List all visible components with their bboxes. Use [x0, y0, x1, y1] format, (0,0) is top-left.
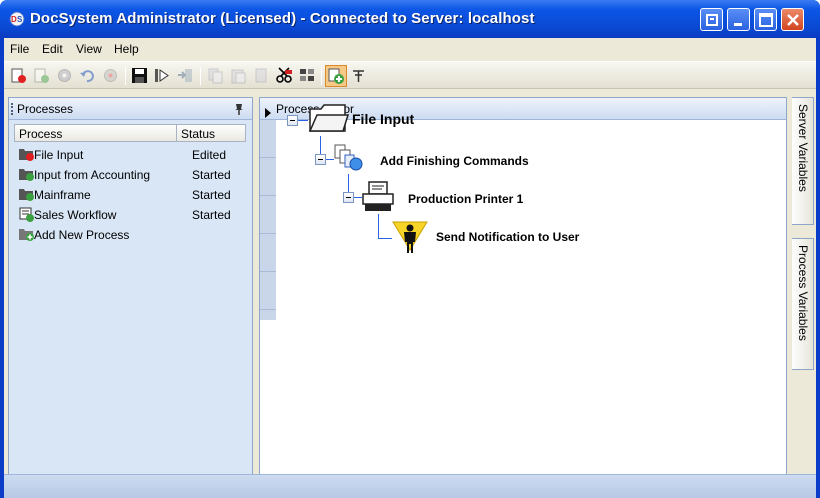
- collapse-toggle[interactable]: [343, 192, 354, 203]
- svg-text:S: S: [17, 15, 23, 24]
- menu-bar: File Edit View Help: [4, 38, 816, 60]
- window-title: DocSystem Administrator (Licensed) - Con…: [30, 10, 535, 27]
- process-status: Edited: [192, 148, 227, 162]
- restore-app-button[interactable]: [700, 8, 723, 31]
- maximize-icon: [759, 13, 773, 27]
- save-icon[interactable]: [131, 67, 148, 84]
- app-logo-icon: D S: [9, 11, 25, 27]
- stop-process-icon[interactable]: [10, 67, 27, 84]
- node-label[interactable]: Add Finishing Commands: [380, 154, 529, 168]
- processes-panel-title: Processes: [17, 102, 74, 116]
- minimize-icon: [734, 23, 742, 26]
- current-row-arrow-icon: [265, 108, 271, 118]
- list-item[interactable]: Mainframe Started: [14, 185, 246, 205]
- process-edited-icon: [19, 149, 34, 161]
- menu-help[interactable]: Help: [114, 42, 139, 56]
- maximize-button[interactable]: [754, 8, 777, 31]
- settings-icon[interactable]: [56, 67, 73, 84]
- close-icon: [787, 14, 799, 26]
- folder-icon[interactable]: [307, 101, 349, 135]
- tab-server-variables-label: Server Variables: [796, 104, 810, 192]
- menu-edit[interactable]: Edit: [42, 42, 63, 56]
- gutter-row[interactable]: [260, 158, 276, 196]
- node-label[interactable]: Production Printer 1: [408, 192, 523, 206]
- add-step-button[interactable]: [325, 65, 347, 87]
- status-bar: [4, 474, 816, 498]
- cut-icon[interactable]: [276, 67, 293, 84]
- process-editor: Process Editor File Input: [259, 97, 787, 498]
- process-started-icon: [19, 169, 34, 181]
- tab-process-variables-label: Process Variables: [796, 245, 810, 341]
- column-header-status[interactable]: Status: [176, 124, 246, 142]
- undo-icon[interactable]: [79, 67, 96, 84]
- process-status: Started: [192, 208, 231, 222]
- notification-user-icon[interactable]: [392, 220, 428, 254]
- menu-view[interactable]: View: [76, 42, 102, 56]
- restore-app-icon: [706, 14, 718, 26]
- pin-icon[interactable]: [350, 67, 367, 84]
- toolbar-separator: [125, 67, 126, 85]
- list-item[interactable]: File Input Edited: [14, 145, 246, 165]
- refresh-icon[interactable]: [102, 67, 119, 84]
- duplicate-icon[interactable]: [253, 67, 270, 84]
- process-name: File Input: [34, 148, 84, 162]
- process-name: Input from Accounting: [34, 168, 151, 182]
- toolbar-separator: [321, 67, 322, 85]
- printer-icon[interactable]: [360, 180, 398, 214]
- add-process-icon: [19, 229, 34, 241]
- panel-grip[interactable]: [11, 103, 13, 115]
- process-started-icon: [19, 189, 34, 201]
- process-name: Mainframe: [34, 188, 91, 202]
- toolbar: [4, 61, 816, 89]
- process-name: Sales Workflow: [34, 208, 117, 222]
- finishing-commands-icon[interactable]: [332, 142, 370, 172]
- collapse-toggle[interactable]: [315, 154, 326, 165]
- processes-panel-header: Processes: [9, 98, 252, 120]
- list-item[interactable]: Sales Workflow Started: [14, 205, 246, 225]
- minimize-button[interactable]: [727, 8, 750, 31]
- tab-server-variables[interactable]: Server Variables: [792, 97, 814, 225]
- process-status: Started: [192, 188, 231, 202]
- start-process-icon[interactable]: [33, 67, 50, 84]
- processes-panel: Processes Process Status File Input Edit…: [8, 97, 253, 498]
- deploy-icon[interactable]: [154, 67, 171, 84]
- tree-line: [378, 214, 379, 238]
- properties-icon[interactable]: [299, 67, 316, 84]
- add-step-icon: [328, 68, 344, 84]
- workflow-icon: [19, 207, 34, 222]
- tree-line: [378, 238, 392, 239]
- title-bar[interactable]: D S DocSystem Administrator (Licensed) -…: [0, 0, 820, 38]
- list-item[interactable]: Input from Accounting Started: [14, 165, 246, 185]
- gutter-row[interactable]: [260, 196, 276, 234]
- column-header-process[interactable]: Process: [14, 124, 177, 142]
- pin-icon[interactable]: [234, 103, 244, 115]
- client-area: File Edit View Help Processes Process St…: [4, 38, 816, 498]
- list-item[interactable]: Add New Process: [14, 225, 246, 245]
- close-button[interactable]: [781, 8, 804, 31]
- editor-gutter: [260, 120, 276, 320]
- gutter-row[interactable]: [260, 120, 276, 158]
- app-window: D S DocSystem Administrator (Licensed) -…: [0, 0, 820, 498]
- toolbar-separator: [200, 67, 201, 85]
- paste-icon[interactable]: [230, 67, 247, 84]
- copy-icon[interactable]: [207, 67, 224, 84]
- side-tabs: Server Variables Process Variables: [790, 97, 814, 498]
- menu-file[interactable]: File: [10, 42, 29, 56]
- collapse-toggle[interactable]: [287, 115, 298, 126]
- gutter-row[interactable]: [260, 234, 276, 272]
- export-icon[interactable]: [177, 67, 194, 84]
- node-label[interactable]: Send Notification to User: [436, 230, 579, 244]
- tab-process-variables[interactable]: Process Variables: [792, 238, 814, 370]
- gutter-row[interactable]: [260, 272, 276, 310]
- process-status: Started: [192, 168, 231, 182]
- node-label[interactable]: File Input: [352, 111, 414, 127]
- add-new-process-link: Add New Process: [34, 228, 130, 242]
